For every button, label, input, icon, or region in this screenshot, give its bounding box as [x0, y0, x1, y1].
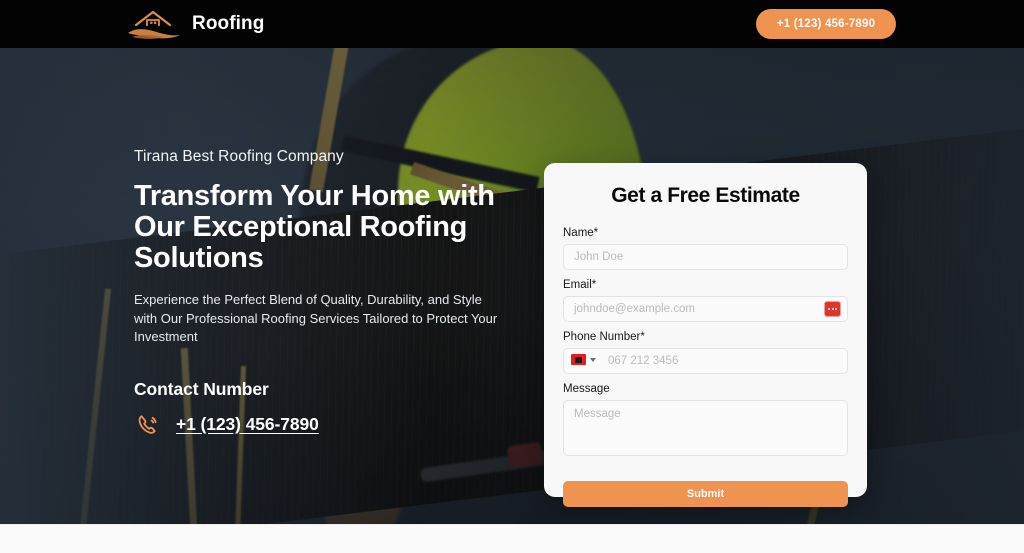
brand-name: Roofing — [192, 13, 265, 34]
brand-logo[interactable]: Roofing — [126, 6, 264, 42]
phone-field-label: Phone Number* — [563, 331, 645, 343]
contact-number-row[interactable]: +1 (123) 456-7890 — [134, 411, 514, 439]
name-input[interactable] — [563, 244, 848, 270]
contact-phone-link[interactable]: +1 (123) 456-7890 — [176, 414, 319, 435]
header-phone-button[interactable]: +1 (123) 456-7890 — [756, 9, 896, 39]
submit-button[interactable]: Submit — [563, 481, 848, 507]
contact-number-label: Contact Number — [134, 378, 269, 399]
name-field-wrap — [563, 244, 848, 270]
roof-house-swoosh-icon — [126, 6, 182, 42]
email-input[interactable] — [563, 296, 848, 322]
hero-title: Transform Your Home with Our Exceptional… — [134, 180, 495, 274]
phone-field-wrap — [563, 348, 848, 374]
message-field-wrap — [563, 400, 848, 461]
hero-copy-block: Tirana Best Roofing Company Transform Yo… — [134, 148, 514, 439]
albania-flag-icon — [571, 354, 586, 365]
below-fold-section — [0, 524, 1024, 553]
country-selector[interactable] — [571, 354, 596, 365]
hero-section: Tirana Best Roofing Company Transform Yo… — [0, 48, 1024, 524]
name-field-label: Name* — [563, 227, 599, 239]
site-header: Roofing +1 (123) 456-7890 — [0, 0, 1024, 48]
form-title: Get a Free Estimate — [611, 184, 800, 207]
chevron-down-icon — [590, 357, 596, 362]
estimate-form-card: Get a Free Estimate Name* Email* Phone N… — [544, 163, 867, 507]
email-field-label: Email* — [563, 279, 597, 291]
hero-subtitle: Experience the Perfect Blend of Quality,… — [134, 292, 498, 344]
message-field-label: Message — [563, 383, 610, 395]
phone-input[interactable] — [563, 348, 848, 374]
phone-call-icon — [134, 411, 162, 439]
password-manager-icon[interactable] — [824, 301, 841, 317]
hero-eyebrow: Tirana Best Roofing Company — [134, 148, 344, 165]
message-textarea[interactable] — [563, 400, 848, 456]
email-field-wrap — [563, 296, 848, 322]
